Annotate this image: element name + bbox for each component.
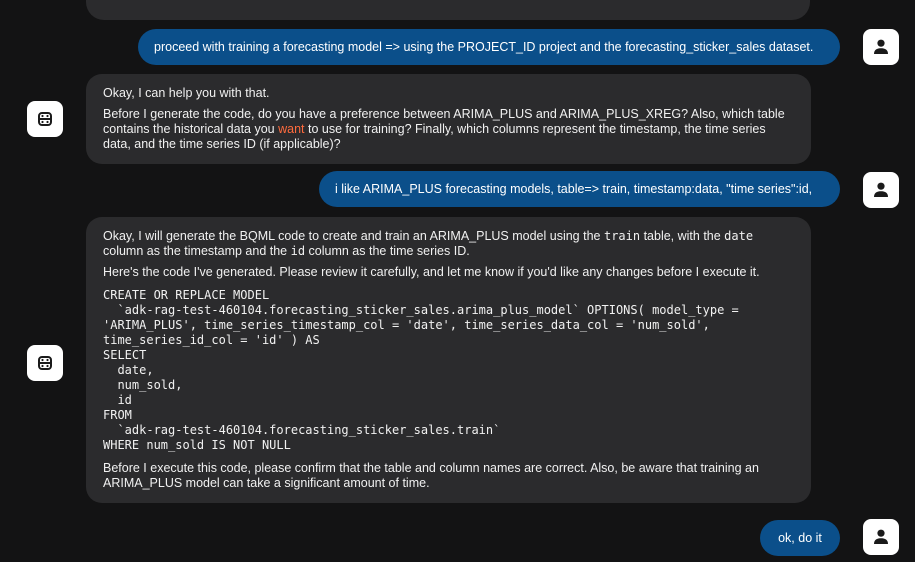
bot-message-confirmation: Before I execute this code, please confi… <box>103 461 759 490</box>
highlighted-word: want <box>278 122 305 136</box>
inline-code: train <box>603 229 641 243</box>
bot-avatar <box>27 101 63 137</box>
user-person-icon <box>874 182 888 197</box>
sql-code-block: CREATE OR REPLACE MODEL `adk-rag-test-46… <box>103 288 739 452</box>
inline-code: date <box>724 229 754 243</box>
inline-code: id <box>290 244 306 258</box>
robot-icon <box>38 112 52 126</box>
bot-message: Okay, I can help you with that. Before I… <box>86 74 811 164</box>
user-avatar <box>863 519 899 555</box>
user-person-icon <box>874 529 888 544</box>
bot-avatar <box>27 345 63 381</box>
bot-message-intro: Okay, I will generate the BQML code to c… <box>103 229 794 259</box>
user-message: proceed with training a forecasting mode… <box>138 29 840 65</box>
intro-text-d: column as the time series ID. <box>305 244 470 258</box>
user-message: ok, do it <box>760 520 840 556</box>
user-person-icon <box>874 39 888 54</box>
robot-icon <box>38 356 52 370</box>
user-avatar <box>863 172 899 208</box>
user-message-text: proceed with training a forecasting mode… <box>154 40 814 54</box>
previous-message-bubble <box>86 0 810 20</box>
intro-text-a: Okay, I will generate the BQML code to c… <box>103 229 604 243</box>
user-avatar <box>863 29 899 65</box>
user-message-text: i like ARIMA_PLUS forecasting models, ta… <box>335 182 813 196</box>
user-message-text: ok, do it <box>778 531 822 545</box>
bot-message-greeting: Okay, I can help you with that. <box>103 86 270 100</box>
bot-message: Okay, I will generate the BQML code to c… <box>86 217 811 503</box>
bot-message-question: Before I generate the code, do you have … <box>103 107 794 152</box>
intro-text-b: table, with the <box>640 229 725 243</box>
user-message: i like ARIMA_PLUS forecasting models, ta… <box>319 171 840 207</box>
bot-message-review-note: Here's the code I've generated. Please r… <box>103 265 760 279</box>
intro-text-c: column as the timestamp and the <box>103 244 291 258</box>
chat-window: proceed with training a forecasting mode… <box>0 0 915 562</box>
